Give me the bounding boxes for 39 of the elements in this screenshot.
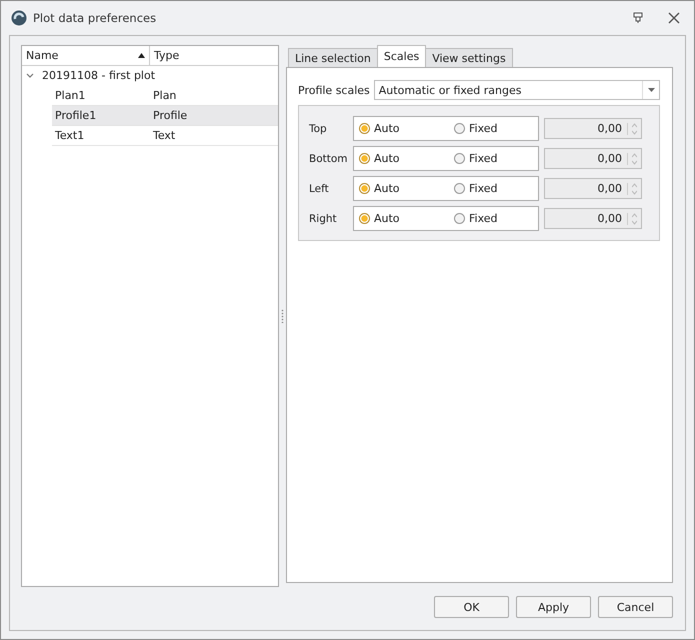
window-title: Plot data preferences [33, 11, 158, 25]
radio-label: Fixed [469, 122, 498, 135]
radio-label: Auto [374, 212, 400, 225]
tree-item-name: Text1 [54, 129, 86, 142]
tab[interactable]: Line selection [288, 48, 378, 67]
tab[interactable]: View settings [425, 48, 513, 67]
radio-label: Auto [374, 152, 400, 165]
dropdown-arrow-icon [648, 88, 654, 92]
dialog-button[interactable]: OK [434, 596, 509, 618]
tree-row[interactable]: Text1 Text [52, 126, 278, 146]
tree-item-name: 20191108 - first plot [42, 69, 156, 82]
tree-row[interactable]: 20191108 - first plot [22, 66, 278, 86]
dropdown[interactable]: Automatic or fixed ranges [374, 80, 660, 100]
field-label: Right [309, 212, 338, 224]
tree-row[interactable]: Profile1 Profile [52, 106, 278, 126]
field-label: Profile scales [298, 84, 370, 96]
column-header[interactable]: Name [22, 46, 150, 65]
radio-label: Fixed [469, 152, 498, 165]
tree-item-type: Profile [153, 109, 188, 122]
column-header[interactable]: Type [150, 46, 278, 65]
field-label: Bottom [309, 152, 349, 164]
splitter-grip-icon[interactable] [281, 309, 284, 323]
radio-label: Fixed [469, 212, 498, 225]
dialog-button[interactable]: Apply [516, 596, 591, 618]
tree-item-type: Text [153, 129, 176, 142]
pin-icon[interactable] [632, 12, 644, 24]
field-label: Left [309, 182, 330, 194]
tree-item-name: Plan1 [54, 89, 86, 102]
tree-item-type: Plan [153, 89, 176, 102]
chevron-icon[interactable] [26, 72, 34, 78]
app-logo-icon [11, 10, 27, 26]
radio-label: Auto [374, 122, 400, 135]
tab[interactable]: Scales [376, 45, 426, 67]
radio-label: Fixed [469, 182, 498, 195]
field-label: Top [309, 122, 328, 134]
dialog-button[interactable]: Cancel [598, 596, 673, 618]
radio-label: Auto [374, 182, 400, 195]
tree-item-name: Profile1 [54, 109, 98, 122]
close-icon[interactable] [668, 12, 680, 24]
